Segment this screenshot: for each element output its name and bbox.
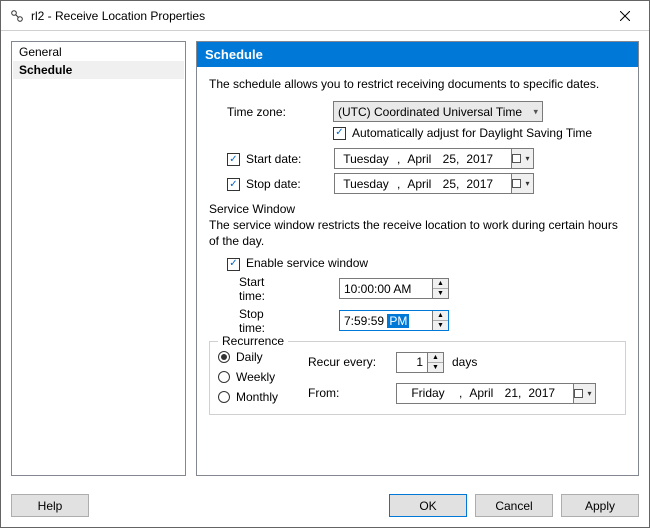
stop-date-label: Stop date: xyxy=(246,177,328,191)
recurrence-daily[interactable]: Daily xyxy=(218,350,290,364)
calendar-icon[interactable]: ▾ xyxy=(511,149,533,168)
ok-button[interactable]: OK xyxy=(389,494,467,517)
recurrence-title: Recurrence xyxy=(218,334,288,348)
recur-every-input[interactable]: 1 ▲▼ xyxy=(396,352,444,373)
help-button[interactable]: Help xyxy=(11,494,89,517)
window-title: rl2 - Receive Location Properties xyxy=(31,9,605,23)
timezone-value: (UTC) Coordinated Universal Time xyxy=(338,105,522,119)
calendar-icon[interactable]: ▾ xyxy=(511,174,533,193)
recurrence-group: Recurrence Daily Weekly xyxy=(209,341,626,415)
sidebar-item-general[interactable]: General xyxy=(13,43,184,61)
spinner-buttons[interactable]: ▲▼ xyxy=(427,353,443,372)
panel-header: Schedule xyxy=(197,42,638,67)
schedule-description: The schedule allows you to restrict rece… xyxy=(209,77,626,91)
sidebar: General Schedule xyxy=(11,41,186,476)
timezone-combo[interactable]: (UTC) Coordinated Universal Time ▾ xyxy=(333,101,543,122)
start-date-checkbox[interactable]: ✓ xyxy=(227,153,240,166)
start-time-input[interactable]: 10:00:00 AM ▲▼ xyxy=(339,278,449,299)
recur-from-label: From: xyxy=(308,386,388,400)
stop-date-checkbox[interactable]: ✓ xyxy=(227,178,240,191)
start-date-label: Start date: xyxy=(246,152,328,166)
panel-content: The schedule allows you to restrict rece… xyxy=(197,67,638,475)
calendar-icon[interactable]: ▾ xyxy=(573,384,595,403)
recurrence-monthly[interactable]: Monthly xyxy=(218,390,290,404)
window: rl2 - Receive Location Properties Genera… xyxy=(0,0,650,528)
titlebar: rl2 - Receive Location Properties xyxy=(1,1,649,31)
spinner-buttons[interactable]: ▲▼ xyxy=(432,279,448,298)
enable-service-window-checkbox[interactable]: ✓ xyxy=(227,258,240,271)
start-time-label: Start time: xyxy=(209,275,291,303)
recur-from-picker[interactable]: Friday, April 21, 2017 ▾ xyxy=(396,383,596,404)
service-window-title: Service Window xyxy=(209,202,626,216)
auto-dst-label: Automatically adjust for Daylight Saving… xyxy=(352,126,592,140)
chevron-down-icon: ▾ xyxy=(533,106,538,117)
footer: Help OK Cancel Apply xyxy=(1,486,649,527)
auto-dst-checkbox[interactable]: ✓ xyxy=(333,127,346,140)
recur-every-label: Recur every: xyxy=(308,355,388,369)
recurrence-weekly[interactable]: Weekly xyxy=(218,370,290,384)
start-date-picker[interactable]: Tuesday, April 25, 2017 ▾ xyxy=(334,148,534,169)
body: General Schedule Schedule The schedule a… xyxy=(1,31,649,486)
timezone-label: Time zone: xyxy=(209,105,327,119)
close-button[interactable] xyxy=(605,3,645,29)
main-panel: Schedule The schedule allows you to rest… xyxy=(196,41,639,476)
recur-unit: days xyxy=(452,355,477,369)
app-icon xyxy=(9,8,25,24)
service-window-desc: The service window restricts the receive… xyxy=(209,218,626,249)
stop-date-picker[interactable]: Tuesday, April 25, 2017 ▾ xyxy=(334,173,534,194)
apply-button[interactable]: Apply xyxy=(561,494,639,517)
spinner-buttons[interactable]: ▲▼ xyxy=(432,311,448,330)
sidebar-item-schedule[interactable]: Schedule xyxy=(13,61,184,79)
stop-time-label: Stop time: xyxy=(209,307,291,335)
stop-time-input[interactable]: 7:59:59 PM ▲▼ xyxy=(339,310,449,331)
cancel-button[interactable]: Cancel xyxy=(475,494,553,517)
enable-service-window-label: Enable service window xyxy=(246,256,368,270)
